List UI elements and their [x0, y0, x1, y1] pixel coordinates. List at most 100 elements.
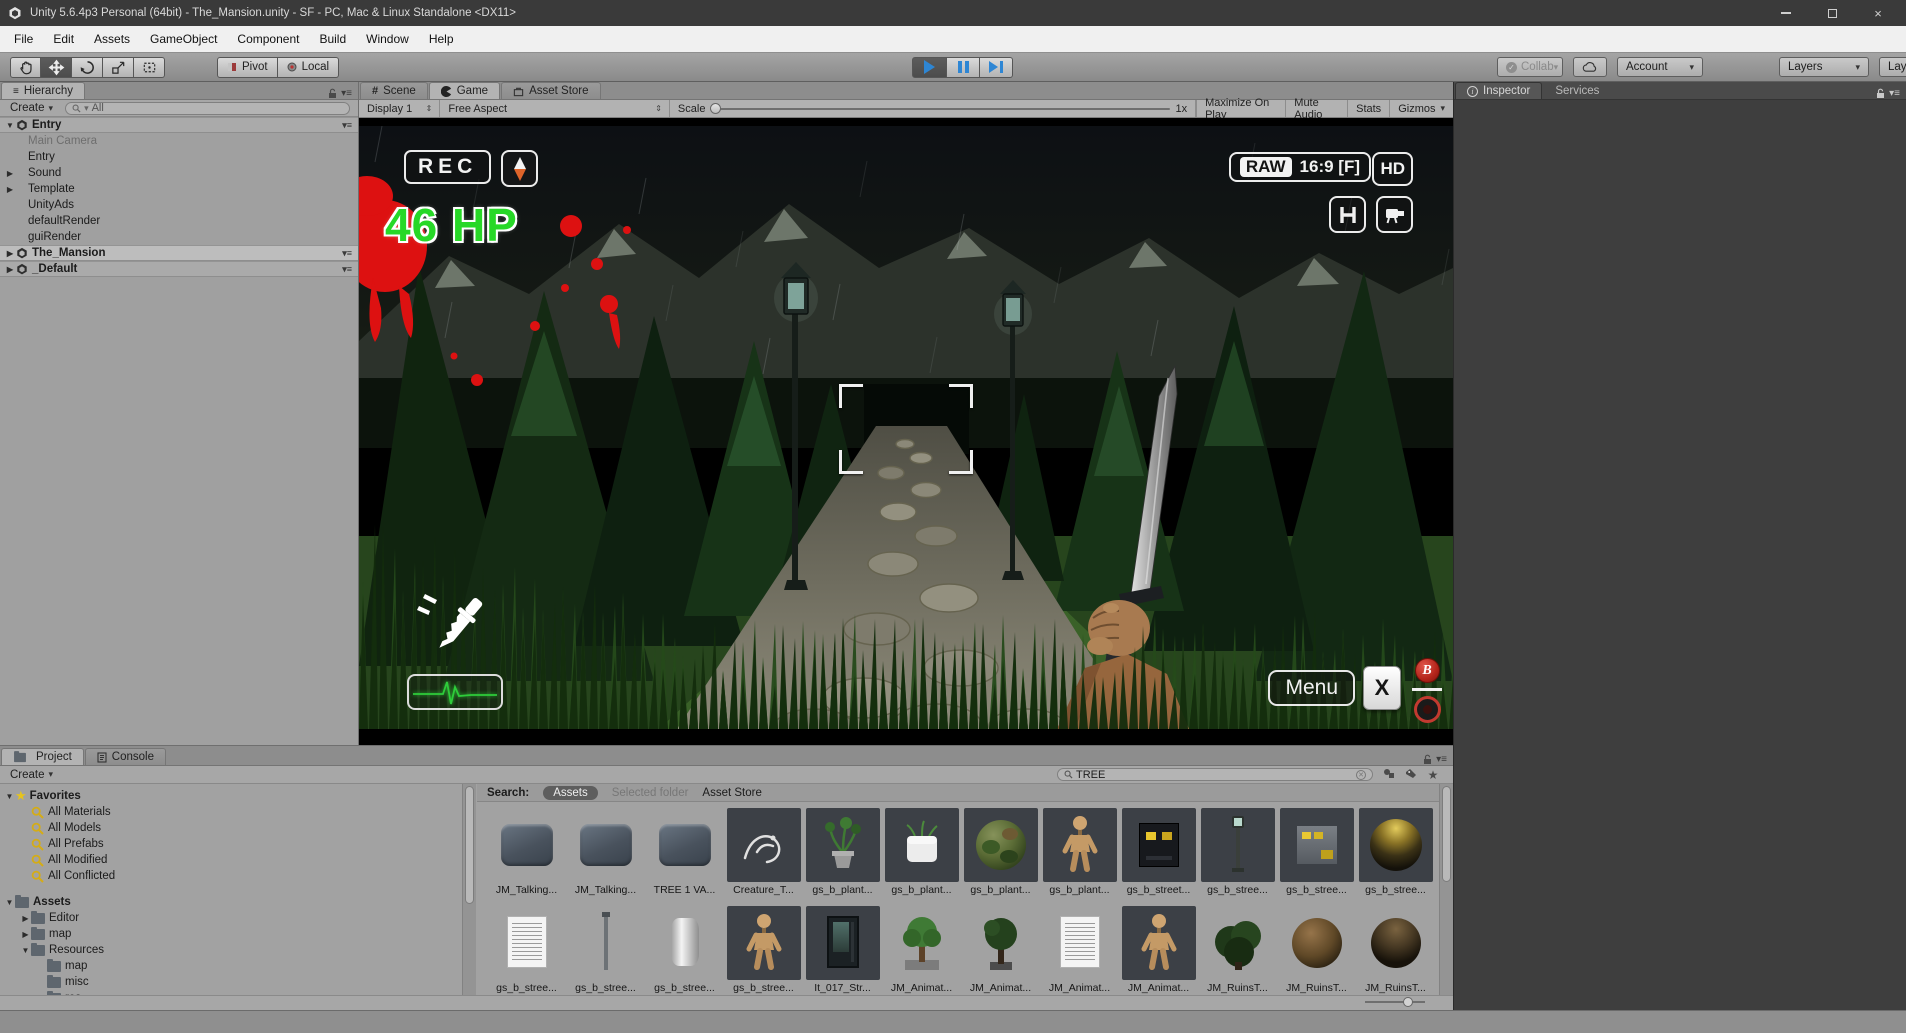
b-button-badge[interactable]: B	[1415, 658, 1440, 683]
hierarchy-search-input[interactable]: ▾ All	[65, 102, 350, 115]
expand-arrow-icon[interactable]: ▶	[4, 169, 16, 178]
asset-tile[interactable]: JM_Animat...	[882, 906, 961, 1000]
menu-component[interactable]: Component	[227, 28, 309, 50]
step-button[interactable]	[980, 57, 1013, 78]
tab-game[interactable]: Game	[429, 82, 500, 99]
scope-asset-store[interactable]: Asset Store	[702, 787, 761, 799]
layers-dropdown[interactable]: Layers▾	[1779, 57, 1869, 77]
panel-menu-icon[interactable]: ▾≡	[1889, 88, 1900, 99]
expand-arrow-icon[interactable]: ▼	[4, 792, 15, 801]
maximize-button[interactable]	[1826, 7, 1838, 19]
folder-editor[interactable]: ▶Editor	[0, 910, 462, 926]
asset-tile[interactable]: gs_b_street...	[1119, 808, 1198, 902]
lock-icon[interactable]	[1423, 754, 1432, 765]
asset-tile[interactable]: Creature_T...	[724, 808, 803, 902]
pivot-toggle-button[interactable]: Pivot	[217, 57, 278, 78]
asset-tile[interactable]: JM_RuinsT...	[1277, 906, 1356, 1000]
expand-arrow-icon[interactable]: ▶	[4, 265, 16, 274]
grid-scrollbar[interactable]	[1439, 784, 1453, 996]
asset-tile[interactable]: gs_b_stree...	[645, 906, 724, 1000]
menu-build[interactable]: Build	[309, 28, 356, 50]
asset-tile[interactable]: gs_b_stree...	[566, 906, 645, 1000]
asset-tile[interactable]: gs_b_stree...	[1356, 808, 1435, 902]
asset-tile[interactable]: JM_RuinsT...	[1198, 906, 1277, 1000]
play-button[interactable]	[912, 57, 947, 78]
tab-inspector[interactable]: i Inspector	[1455, 82, 1542, 99]
expand-arrow-icon[interactable]: ▼	[20, 946, 31, 955]
pause-button[interactable]	[947, 57, 980, 78]
favorite-all-modified[interactable]: All Modified	[0, 852, 462, 868]
project-create-button[interactable]: Create▾	[4, 768, 59, 782]
folder-map[interactable]: map	[0, 958, 462, 974]
hierarchy-item-the-mansion[interactable]: ▶The_Mansion▾≡	[0, 245, 358, 261]
thumbnail-size-slider[interactable]	[1365, 1001, 1425, 1003]
rect-tool-button[interactable]	[134, 57, 165, 78]
lock-icon[interactable]	[1876, 88, 1885, 99]
panel-menu-icon[interactable]: ▾≡	[341, 88, 352, 99]
maximize-on-play-toggle[interactable]: Maximize On Play	[1196, 100, 1285, 117]
hierarchy-item-template[interactable]: ▶Template	[0, 181, 358, 197]
layout-dropdown[interactable]: Layout▾	[1879, 57, 1906, 77]
project-search-input[interactable]: TREE ✕	[1057, 768, 1373, 781]
expand-arrow-icon[interactable]: ▶	[20, 914, 31, 923]
hierarchy-item-sound[interactable]: ▶Sound	[0, 165, 358, 181]
favorite-all-materials[interactable]: All Materials	[0, 804, 462, 820]
local-toggle-button[interactable]: Local	[278, 57, 340, 78]
menu-edit[interactable]: Edit	[43, 28, 84, 50]
asset-tile[interactable]: JM_Talking...	[487, 808, 566, 902]
favorite-all-models[interactable]: All Models	[0, 820, 462, 836]
expand-arrow-icon[interactable]: ▶	[4, 185, 16, 194]
display-dropdown[interactable]: Display 1⇕	[359, 100, 440, 117]
favorite-search-icon[interactable]: ★	[1423, 768, 1443, 782]
asset-tile[interactable]: gs_b_stree...	[487, 906, 566, 1000]
hierarchy-create-button[interactable]: Create▾	[4, 101, 59, 115]
favorite-all-prefabs[interactable]: All Prefabs	[0, 836, 462, 852]
game-menu-button[interactable]: Menu	[1268, 670, 1355, 706]
folder-resources[interactable]: ▼Resources	[0, 942, 462, 958]
minimize-button[interactable]	[1780, 7, 1792, 19]
scale-slider[interactable]	[710, 108, 1170, 110]
search-by-type-icon[interactable]	[1379, 768, 1399, 782]
asset-tile[interactable]: JM_Animat...	[1040, 906, 1119, 1000]
camcorder-button[interactable]	[1376, 196, 1413, 233]
asset-tile[interactable]: It_017_Str...	[803, 906, 882, 1000]
tab-console[interactable]: Console	[85, 748, 166, 765]
tab-project[interactable]: Project	[1, 748, 84, 765]
collab-dropdown[interactable]: ✓ Collab ▾	[1497, 57, 1563, 77]
scope-selected-folder[interactable]: Selected folder	[612, 787, 689, 799]
mute-audio-toggle[interactable]: Mute Audio	[1285, 100, 1347, 117]
tree-scrollbar[interactable]	[462, 784, 476, 996]
asset-tile[interactable]: JM_Talking...	[566, 808, 645, 902]
asset-tile[interactable]: gs_b_plant...	[882, 808, 961, 902]
menu-help[interactable]: Help	[419, 28, 464, 50]
x-key-button[interactable]: X	[1363, 666, 1401, 710]
game-viewport[interactable]: REC 46 HP RAW 16:9 [F] HD	[359, 118, 1453, 745]
scene-menu-icon[interactable]: ▾≡	[342, 264, 358, 275]
scene-menu-icon[interactable]: ▾≡	[342, 248, 358, 259]
menu-window[interactable]: Window	[356, 28, 419, 50]
menu-assets[interactable]: Assets	[84, 28, 140, 50]
asset-tile[interactable]: gs_b_stree...	[1198, 808, 1277, 902]
tab-services[interactable]: Services	[1543, 82, 1611, 99]
scope-assets[interactable]: Assets	[543, 786, 598, 800]
expand-arrow-icon[interactable]: ▶	[4, 249, 16, 258]
hierarchy-item--default[interactable]: ▶_Default▾≡	[0, 261, 358, 277]
hierarchy-item-defaultrender[interactable]: defaultRender	[0, 213, 358, 229]
expand-arrow-icon[interactable]: ▼	[4, 121, 16, 130]
asset-tile[interactable]: gs_b_stree...	[724, 906, 803, 1000]
aspect-dropdown[interactable]: Free Aspect⇕	[440, 100, 670, 117]
scale-tool-button[interactable]	[103, 57, 134, 78]
move-tool-button[interactable]	[41, 57, 72, 78]
tab-asset-store[interactable]: Asset Store	[501, 82, 600, 99]
expand-arrow-icon[interactable]: ▼	[4, 898, 15, 907]
menu-gameobject[interactable]: GameObject	[140, 28, 227, 50]
search-by-label-icon[interactable]	[1401, 768, 1421, 782]
asset-tile[interactable]: TREE 1 VA...	[645, 808, 724, 902]
favorite-all-conflicted[interactable]: All Conflicted	[0, 868, 462, 884]
hierarchy-item-guirender[interactable]: guiRender	[0, 229, 358, 245]
stats-toggle[interactable]: Stats	[1347, 100, 1389, 117]
hand-tool-button[interactable]	[10, 57, 41, 78]
gizmos-dropdown[interactable]: Gizmos▾	[1389, 100, 1453, 117]
close-button[interactable]: ×	[1872, 7, 1884, 19]
asset-tile[interactable]: gs_b_stree...	[1277, 808, 1356, 902]
